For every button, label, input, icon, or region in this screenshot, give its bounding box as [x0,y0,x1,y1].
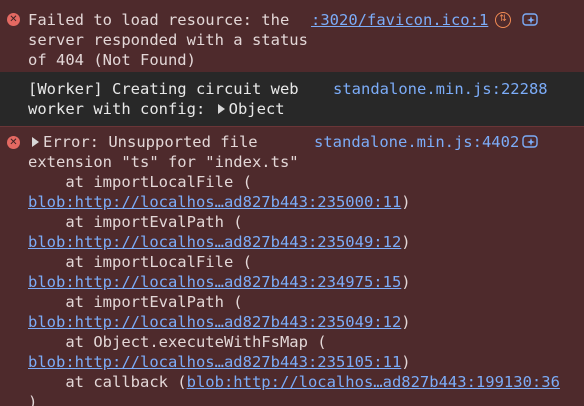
info-message-text: worker with config: [28,100,215,118]
message-source-link[interactable]: standalone.min.js:4402 [314,132,519,152]
stack-frame-prefix: at importLocalFile ( [28,173,252,191]
expand-triangle-icon[interactable] [32,137,39,147]
message-source-link[interactable]: standalone.min.js:22288 [333,79,548,99]
stack-frame-prefix: at callback ( [28,373,187,391]
stack-frame-link[interactable]: blob:http://localhos…ad827b443:235105:11 [28,353,401,371]
stack-frame-location: blob:http://localhos…ad827b443:235049:12… [28,233,411,251]
ai-assistance-icon[interactable] [522,133,540,151]
expand-triangle-icon[interactable] [217,104,225,114]
stack-closing-paren: ) [28,393,38,406]
stack-frame-prefix: at Object.executeWithFsMap ( [28,333,327,351]
error-message-line: Failed to load resource: the [28,11,290,29]
console-message-error: ✕ Failed to load resource: the server re… [0,0,584,72]
devtools-console: ✕ Failed to load resource: the server re… [0,0,584,406]
error-message-line: of 404 (Not Found) [28,51,196,69]
console-message-error: ✕ Error: Unsupported file extension "ts"… [0,126,584,406]
error-circle-icon: ✕ [7,13,20,26]
error-message-line: server responded with a status [28,31,308,49]
stack-frame-link[interactable]: blob:http://localhos…ad827b443:235000:11 [28,193,401,211]
stack-frame-location: blob:http://localhos…ad827b443:235049:12… [28,313,411,331]
stack-frame-link[interactable]: blob:http://localhos…ad827b443:199130:36 [187,373,560,391]
error-message-text: Error: Unsupported file [43,133,258,151]
info-message-line: [Worker] Creating circuit web [28,80,299,98]
stack-frame-link[interactable]: blob:http://localhos…ad827b443:235049:12 [28,313,401,331]
stack-frame-prefix: at importLocalFile ( [28,253,252,271]
stack-frame-location: blob:http://localhos…ad827b443:234975:15… [28,273,411,291]
message-source-link[interactable]: :3020/favicon.ico:1 [311,10,488,30]
stack-frame-location: blob:http://localhos…ad827b443:235000:11… [28,193,411,211]
stack-frame-link[interactable]: blob:http://localhos…ad827b443:235049:12 [28,233,401,251]
ai-assistance-icon[interactable] [522,11,540,29]
info-message-line: worker with config: Object [28,99,285,119]
stack-frame-link[interactable]: blob:http://localhos…ad827b443:234975:15 [28,273,401,291]
network-request-icon[interactable]: ⇅ [495,12,511,28]
stack-frame-prefix: at importEvalPath ( [28,293,243,311]
object-label[interactable]: Object [229,100,285,118]
error-circle-icon: ✕ [7,136,20,149]
stack-frame-location: at callback (blob:http://localhos…ad827b… [28,372,560,392]
console-message-info: [Worker] Creating circuit web worker wit… [0,72,584,126]
stack-frame-prefix: at importEvalPath ( [28,213,243,231]
stack-frame-location: blob:http://localhos…ad827b443:235105:11… [28,353,411,371]
error-message-line: extension "ts" for "index.ts" [28,153,299,171]
error-message-line: Error: Unsupported file [28,132,258,152]
